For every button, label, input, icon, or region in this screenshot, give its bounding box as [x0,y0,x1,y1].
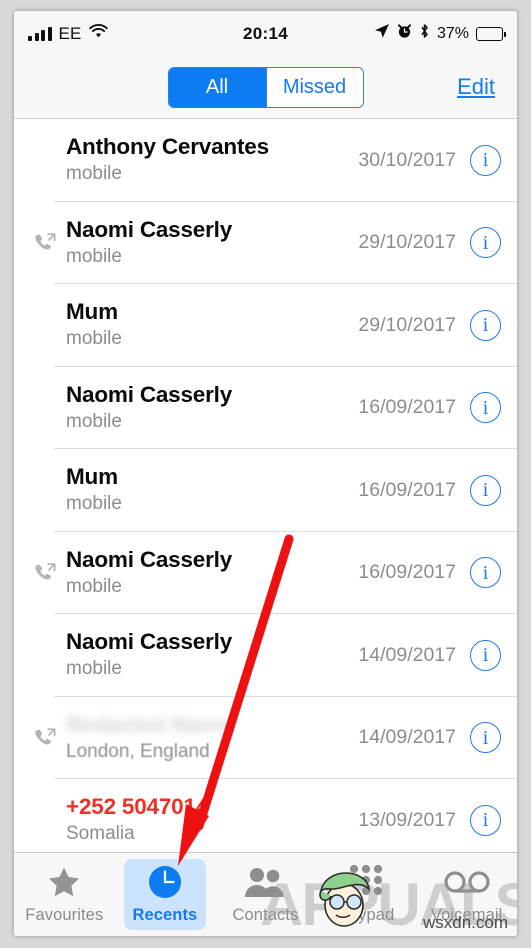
call-detail-label: mobile [66,245,122,267]
call-contact-name: Mum [66,300,118,325]
call-info-button[interactable]: i [470,227,501,259]
call-contact-name: +252 5047014 [66,795,209,820]
call-contact-name: Anthony Cervantes [66,135,269,160]
recents-call-list[interactable]: Anthony Cervantes mobile 30/10/2017 i Naomi … [14,119,517,862]
call-detail-label: London, England [66,740,210,762]
wifi-icon [88,24,108,43]
call-row-text: Mum mobile [62,465,358,515]
location-arrow-icon [374,23,390,44]
call-row-text: Naomi Casserly mobile [62,218,358,268]
call-contact-name: Naomi Casserly [66,547,233,572]
tab-recents[interactable]: Recents [115,853,216,936]
call-detail-label: mobile [66,493,122,515]
tab-favourites[interactable]: Favourites [14,853,115,936]
call-contact-name: Naomi Casserly [66,630,233,655]
tab-contacts[interactable]: Contacts [215,853,316,936]
call-date: 16/09/2017 [358,478,456,501]
call-row-text: Naomi Casserly mobile [62,383,358,433]
call-row[interactable]: Mum mobile 29/10/2017 i [14,284,517,367]
call-row[interactable]: Redacted Name London, England 14/09/2017 i [14,697,517,780]
tab-favourites-label: Favourites [25,906,104,924]
call-date: 13/09/2017 [358,808,456,831]
call-detail-label: mobile [66,163,122,185]
call-date: 16/09/2017 [358,396,456,419]
call-detail-label: mobile [66,575,122,597]
call-row-text: Redacted Name London, England [62,713,358,763]
call-detail-label: mobile [66,658,122,680]
call-contact-name: Redacted Name [66,712,233,737]
call-date: 16/09/2017 [358,561,456,584]
keypad-dots-icon [348,864,384,900]
outgoing-call-icon [32,561,62,585]
star-icon [47,864,81,900]
signal-bars-icon [28,26,52,41]
voicemail-icon [444,864,490,900]
call-row[interactable]: Anthony Cervantes mobile 30/10/2017 i [14,119,517,202]
carrier-label: EE [58,23,82,43]
call-info-button[interactable]: i [470,474,501,506]
clock-icon [147,864,183,900]
call-row[interactable]: Naomi Casserly mobile 29/10/2017 i [14,202,517,285]
nav-bar: All Missed Edit [14,56,517,119]
status-bar-left: EE [28,24,108,44]
phone-screen: EE 20:14 37% All Missed Edit Anthony Cer… [14,11,517,936]
status-bar-right: 37% [374,23,506,44]
tab-keypad-label: Keypad [337,906,395,924]
status-bar: EE 20:14 37% [14,11,517,56]
call-contact-name: Mum [66,465,118,490]
call-row[interactable]: +252 5047014 Somalia 13/09/2017 i [14,779,517,862]
call-info-button[interactable]: i [470,144,501,176]
battery-icon [476,26,506,41]
site-tag: wsxdn.com [422,913,508,932]
call-row-text: Anthony Cervantes mobile [62,135,358,185]
edit-button[interactable]: Edit [457,74,495,100]
call-date: 29/10/2017 [358,231,456,254]
tab-keypad[interactable]: Keypad [316,853,417,936]
call-date: 14/09/2017 [358,726,456,749]
call-row-text: Naomi Casserly mobile [62,548,358,598]
call-info-button[interactable]: i [470,722,501,754]
call-date: 14/09/2017 [358,643,456,666]
bluetooth-icon [419,23,430,44]
call-contact-name: Naomi Casserly [66,382,233,407]
call-info-button[interactable]: i [470,392,501,424]
alarm-clock-icon [397,23,412,44]
call-detail-label: Somalia [66,823,135,845]
call-row-text: +252 5047014 Somalia [62,795,358,845]
call-filter-segmented-control[interactable]: All Missed [167,66,364,108]
call-detail-label: mobile [66,328,122,350]
people-icon [244,864,286,900]
call-row[interactable]: Naomi Casserly mobile 16/09/2017 i [14,367,517,450]
outgoing-call-icon [32,231,62,255]
tab-recents-label: Recents [132,906,198,924]
call-contact-name: Naomi Casserly [66,217,233,242]
tab-contacts-label: Contacts [232,906,299,924]
call-row-text: Naomi Casserly mobile [62,630,358,680]
call-row[interactable]: Naomi Casserly mobile 16/09/2017 i [14,532,517,615]
call-row-text: Mum mobile [62,300,358,350]
call-date: 30/10/2017 [358,148,456,171]
call-date: 29/10/2017 [358,313,456,336]
call-info-button[interactable]: i [470,804,501,836]
call-info-button[interactable]: i [470,639,501,671]
outgoing-call-icon [32,726,62,750]
call-detail-label: mobile [66,410,122,432]
segment-all[interactable]: All [168,67,266,107]
call-info-button[interactable]: i [470,557,501,589]
segment-missed[interactable]: Missed [265,67,363,107]
battery-percent-label: 37% [436,24,469,42]
call-row[interactable]: Mum mobile 16/09/2017 i [14,449,517,532]
call-row[interactable]: Naomi Casserly mobile 14/09/2017 i [14,614,517,697]
call-info-button[interactable]: i [470,309,501,341]
